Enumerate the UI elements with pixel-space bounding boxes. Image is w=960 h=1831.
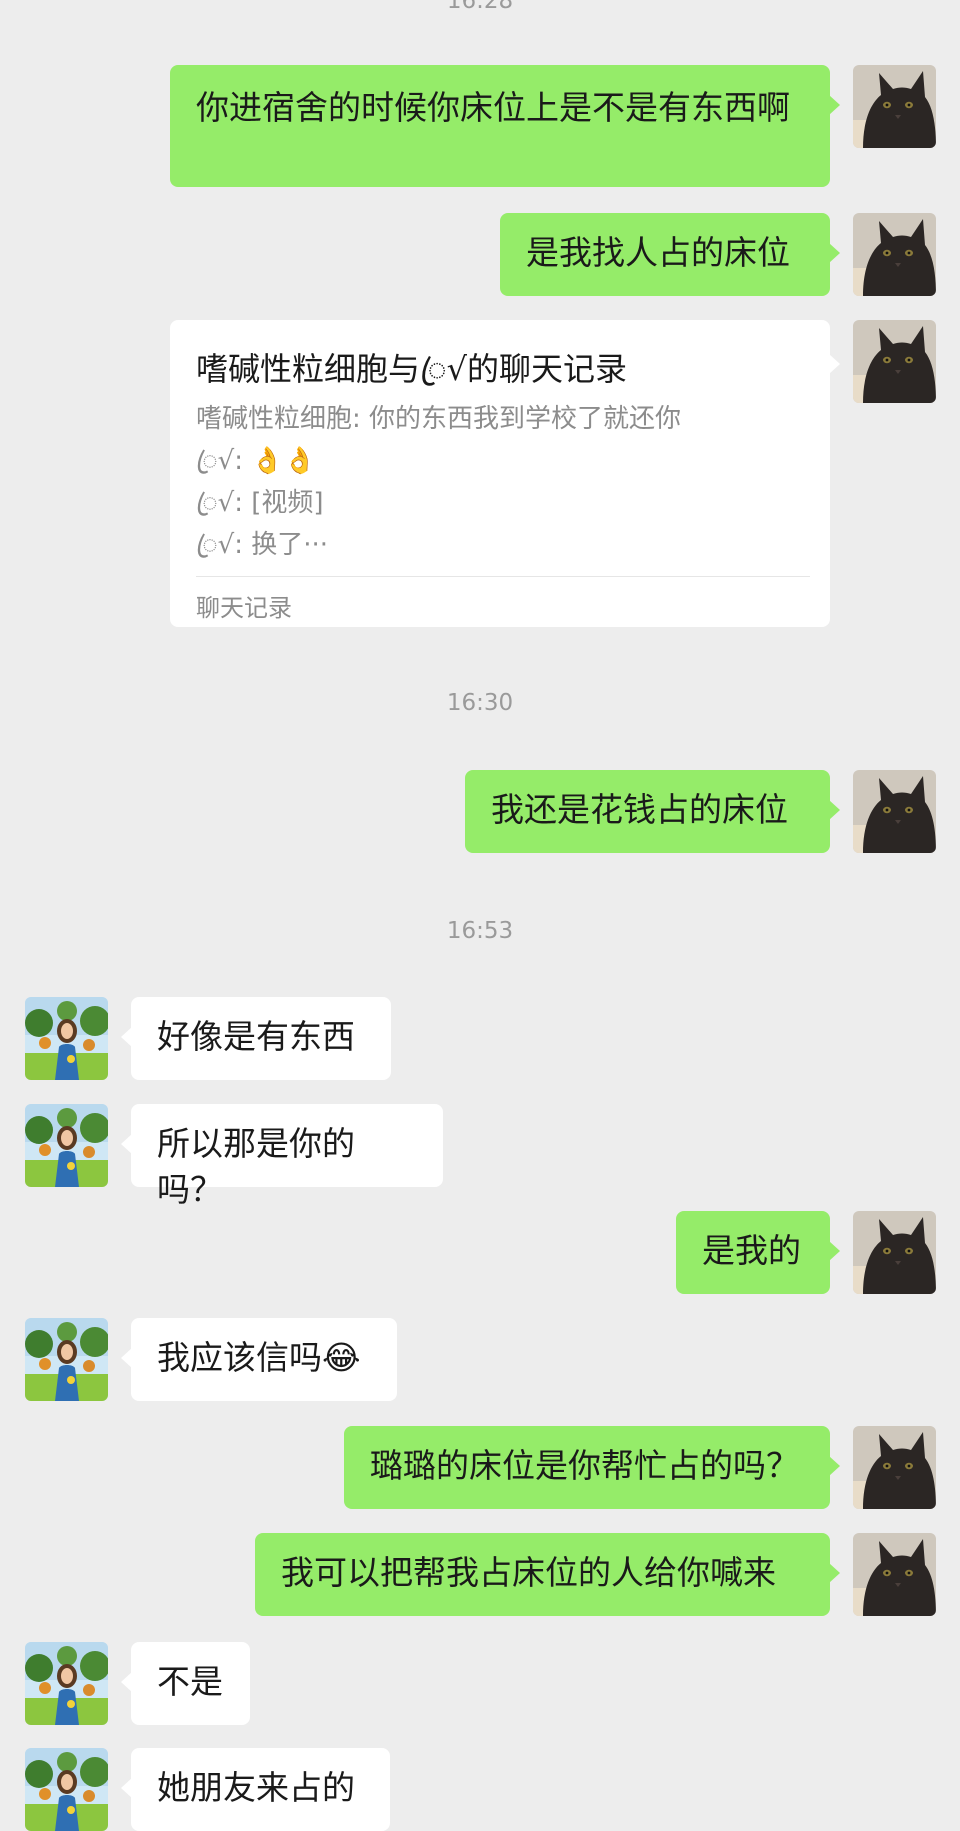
sent-message[interactable]: 是我的 bbox=[676, 1211, 840, 1294]
timestamp: 16:28 bbox=[446, 0, 514, 14]
received-message[interactable]: 好像是有东西 bbox=[121, 997, 391, 1080]
sent-message[interactable]: 我可以把帮我占床位的人给你喊来 bbox=[255, 1533, 840, 1616]
chat-record-line: ꦿ√: 换了··· bbox=[196, 530, 329, 560]
sent-message[interactable]: 是我找人占的床位 bbox=[500, 213, 840, 296]
contact-avatar-icon[interactable] bbox=[25, 1748, 108, 1831]
sent-message[interactable]: 我还是花钱占的床位 bbox=[465, 770, 840, 853]
self-avatar-icon[interactable] bbox=[853, 320, 936, 403]
timestamp: 16:53 bbox=[446, 918, 514, 944]
timestamp: 16:30 bbox=[446, 690, 514, 716]
chat-record-line: 嗜碱性粒细胞: 你的东西我到学校了就还你 bbox=[196, 404, 682, 434]
chat-record-footer: 聊天记录 bbox=[196, 594, 292, 622]
contact-avatar-icon[interactable] bbox=[25, 1104, 108, 1187]
chat-area[interactable]: 16:28 你进宿舍的时候你床位上是不是有东西啊 是我找人占的床位 嗜碱性粒细胞… bbox=[0, 0, 960, 1831]
contact-avatar-icon[interactable] bbox=[25, 997, 108, 1080]
sent-message[interactable]: 璐璐的床位是你帮忙占的吗？ bbox=[344, 1426, 840, 1509]
self-avatar-icon[interactable] bbox=[853, 1211, 936, 1294]
self-avatar-icon[interactable] bbox=[853, 1533, 936, 1616]
contact-avatar-icon[interactable] bbox=[25, 1318, 108, 1401]
divider bbox=[196, 576, 810, 577]
self-avatar-icon[interactable] bbox=[853, 213, 936, 296]
contact-avatar-icon[interactable] bbox=[25, 1642, 108, 1725]
received-message[interactable]: 不是 bbox=[121, 1642, 250, 1725]
sent-message[interactable]: 你进宿舍的时候你床位上是不是有东西啊 bbox=[170, 65, 840, 187]
self-avatar-icon[interactable] bbox=[853, 770, 936, 853]
self-avatar-icon[interactable] bbox=[853, 1426, 936, 1509]
self-avatar-icon[interactable] bbox=[853, 65, 936, 148]
received-message[interactable]: 所以那是你的吗？ bbox=[121, 1104, 443, 1209]
received-message[interactable]: 我应该信吗😂 bbox=[121, 1318, 397, 1401]
chat-record-card[interactable]: 嗜碱性粒细胞与ꦿ√的聊天记录 嗜碱性粒细胞: 你的东西我到学校了就还你 ꦿ√: … bbox=[170, 320, 840, 627]
received-message[interactable]: 她朋友来占的 bbox=[121, 1748, 390, 1831]
